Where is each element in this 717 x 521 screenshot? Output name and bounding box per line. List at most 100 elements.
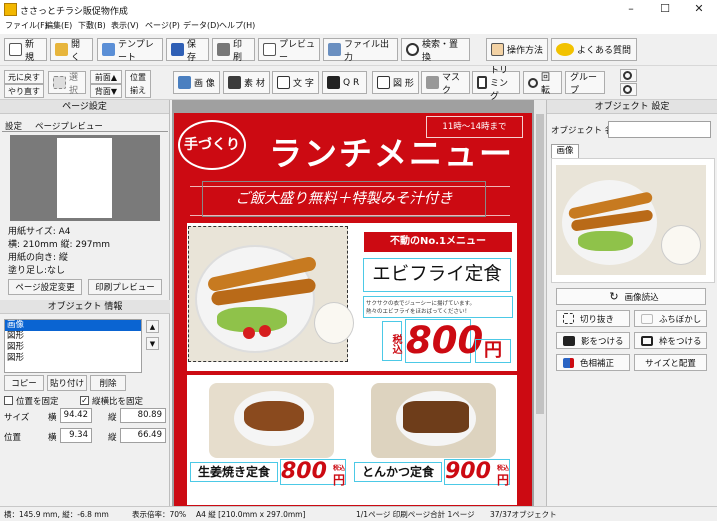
ginger-pork-name[interactable]: 生姜焼き定食 — [190, 462, 278, 482]
move-up-button[interactable]: ▲ — [146, 320, 159, 333]
pos-y-field[interactable]: 66.49 — [120, 428, 166, 443]
frame-button[interactable]: 枠をつける — [634, 332, 707, 349]
tonkatsu-name[interactable]: とんかつ定食 — [354, 462, 442, 482]
tax-included-label[interactable]: 税込 — [382, 321, 402, 361]
fix-ratio-checkbox[interactable]: ✓ — [80, 396, 89, 405]
size-width-field[interactable]: 94.42 — [60, 408, 92, 423]
menu-edit[interactable]: 編集(E) — [45, 20, 72, 31]
menu-file[interactable]: ファイル(F) — [5, 20, 48, 31]
list-item[interactable]: 図形 — [5, 342, 141, 353]
delete-button[interactable]: 削除 — [90, 375, 126, 391]
page-thumbnail-area — [10, 135, 160, 221]
fix-position-checkbox[interactable] — [4, 396, 13, 405]
menu-data[interactable]: データ(D) — [183, 20, 219, 31]
handmade-logo[interactable]: 手づくり — [178, 120, 246, 170]
status-pages: 1/1ページ 印刷ページ合計 1ページ — [356, 510, 475, 519]
redo-button[interactable]: やり直す — [4, 84, 44, 98]
faq-button[interactable]: よくある質問 — [551, 38, 637, 61]
color-correction-button[interactable]: 色相補正 — [556, 354, 630, 371]
align-button[interactable]: 位置 — [125, 70, 151, 84]
main-price[interactable]: 800 — [405, 319, 483, 363]
fix-ratio-label: 縦横比を固定 — [92, 397, 144, 407]
select-button[interactable]: 選択 — [48, 71, 86, 96]
list-item[interactable]: 図形 — [5, 353, 141, 364]
preview-button[interactable]: プレビュー — [258, 38, 320, 63]
crop-icon — [477, 76, 487, 89]
howto-button[interactable]: 操作方法 — [486, 38, 548, 61]
dish-name[interactable]: エビフライ定食 — [363, 258, 511, 292]
qr-tool-button[interactable]: Q R — [322, 71, 367, 94]
pos-x-field[interactable]: 9.34 — [60, 428, 92, 443]
ginger-pork-photo[interactable] — [209, 383, 334, 458]
canvas-area[interactable]: 11時～14時まで 手づくり ランチメニュー ご飯大盛り無料＋特製みそ汁付き 不… — [172, 100, 534, 506]
flyer-title[interactable]: ランチメニュー — [269, 127, 514, 175]
move-down-button[interactable]: ▼ — [146, 337, 159, 350]
faq-eye-icon — [556, 43, 574, 56]
list-item[interactable]: 画像 — [5, 320, 141, 331]
canvas-scrollbar[interactable] — [534, 100, 546, 506]
menu-view[interactable]: 表示(V) — [111, 20, 139, 31]
zoom-in-button[interactable] — [620, 69, 637, 82]
trim-tool-button[interactable]: トリミング — [472, 66, 520, 102]
edge-blur-button[interactable]: ふちぼかし — [634, 310, 707, 327]
menu-help[interactable]: ヘルプ(H) — [219, 20, 255, 31]
free-rice-banner[interactable]: ご飯大盛り無料＋特製みそ汁付き — [202, 181, 486, 217]
size-placement-button[interactable]: サイズと配置 — [634, 354, 707, 371]
zoom-out-button[interactable] — [620, 83, 637, 96]
save-icon — [171, 43, 184, 56]
paste-button[interactable]: 貼り付け — [47, 375, 87, 391]
size-height-field[interactable]: 80.89 — [120, 408, 166, 423]
maximize-button[interactable]: ☐ — [648, 0, 682, 19]
bring-front-button[interactable]: 前面▲ — [90, 70, 122, 84]
print-preview-button[interactable]: 印刷プレビュー — [88, 279, 162, 295]
object-list[interactable]: 画像 図形 図形 図形 — [4, 319, 142, 373]
shape-tool-button[interactable]: 図 形 — [372, 71, 419, 94]
search-replace-button[interactable]: 検索・置換 — [401, 38, 470, 63]
material-tool-button[interactable]: 素 材 — [223, 71, 270, 94]
shrimp-photo[interactable] — [188, 226, 354, 362]
tonkatsu-photo[interactable] — [371, 383, 496, 458]
yen-label[interactable]: 円 — [475, 339, 511, 363]
cabbage — [578, 231, 633, 251]
scrollbar-thumb[interactable] — [536, 114, 544, 414]
undo-button[interactable]: 元に戻す — [4, 70, 44, 84]
print-button[interactable]: 印刷 — [212, 38, 255, 63]
main-dish-box[interactable]: 不動のNo.1メニュー エビフライ定食 サクサクの衣でジューシーに揚げています。… — [187, 223, 517, 371]
group-tool-button[interactable]: グループ — [565, 71, 605, 96]
export-button[interactable]: ファイル出力 — [323, 38, 398, 63]
send-back-button[interactable]: 背面▼ — [90, 84, 122, 98]
template-button[interactable]: テンプレート — [97, 38, 163, 63]
copy-button[interactable]: コピー — [4, 375, 44, 391]
status-zoom: 表示倍率：70% — [132, 510, 187, 519]
new-button[interactable]: 新規 — [4, 38, 47, 63]
tab-image[interactable]: 画像 — [551, 144, 579, 158]
list-item[interactable]: 図形 — [5, 331, 141, 342]
rotate-tool-button[interactable]: 回転 — [523, 71, 562, 96]
mask-icon — [426, 76, 439, 89]
blur-icon — [641, 313, 653, 324]
reload-image-button[interactable]: ↻ 画像読込 — [556, 288, 706, 305]
object-info-header: オブジェクト 情報 — [0, 300, 170, 314]
ginger-pork — [244, 401, 304, 431]
menu-underlay[interactable]: 下敷(B) — [78, 20, 106, 31]
shadow-button[interactable]: 影をつける — [556, 332, 630, 349]
open-button[interactable]: 開く — [50, 38, 93, 63]
close-button[interactable]: ✕ — [682, 0, 716, 19]
no1-menu-label[interactable]: 不動のNo.1メニュー — [364, 232, 512, 252]
align-button-label[interactable]: 揃え — [125, 84, 151, 98]
object-name-input[interactable] — [608, 121, 711, 138]
change-page-settings-button[interactable]: ページ設定変更 — [8, 279, 82, 295]
mask-tool-button[interactable]: マスク — [421, 71, 470, 96]
image-tool-button[interactable]: 画 像 — [173, 71, 220, 94]
sub-menu-box[interactable]: 生姜焼き定食 800 税込 円 とんかつ定食 900 税込 円 — [187, 375, 517, 505]
minimize-button[interactable]: – — [614, 0, 648, 19]
menu-page[interactable]: ページ(P) — [145, 20, 180, 31]
text-tool-button[interactable]: 文 字 — [272, 71, 319, 94]
dish-description[interactable]: サクサクの衣でジューシーに揚げています。 熱々のエビフライをほおばってください！ — [363, 296, 513, 318]
save-button[interactable]: 保存 — [166, 38, 209, 63]
image-preview-panel — [551, 158, 715, 283]
flyer-page[interactable]: 11時～14時まで 手づくり ランチメニュー ご飯大盛り無料＋特製みそ汁付き 不… — [174, 113, 532, 506]
dish-desc-line: 熱々のエビフライをほおばってください！ — [366, 309, 471, 315]
cutout-button[interactable]: 切り抜き — [556, 310, 630, 327]
object-name-label: オブジェクト 名 — [551, 126, 614, 136]
